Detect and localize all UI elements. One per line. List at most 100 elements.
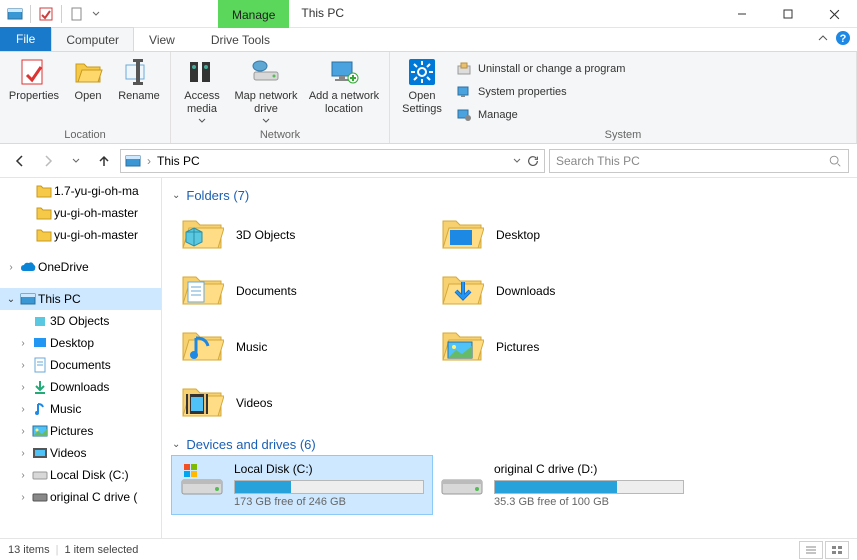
quick-access-toolbar — [0, 3, 106, 25]
ribbon-group-location: Properties Open Rename Location — [0, 52, 171, 143]
open-settings-label: Open Settings — [396, 90, 448, 116]
drive-icon — [440, 462, 484, 500]
tree-folder[interactable]: 1.7-yu-gi-oh-ma — [0, 180, 161, 202]
search-box[interactable]: Search This PC — [549, 149, 849, 173]
app-icon[interactable] — [4, 3, 26, 25]
collapse-ribbon-icon[interactable] — [817, 32, 829, 44]
drive-item[interactable]: original C drive (D:) 35.3 GB free of 100… — [432, 456, 692, 514]
system-properties-button[interactable]: System properties — [452, 81, 629, 103]
recent-locations-button[interactable] — [64, 149, 88, 173]
refresh-icon[interactable] — [526, 154, 540, 168]
tree-3d-objects[interactable]: 3D Objects — [0, 310, 161, 332]
folder-item[interactable]: Desktop — [432, 207, 692, 263]
tree-local-disk-c[interactable]: ›Local Disk (C:) — [0, 464, 161, 486]
folder-item[interactable]: Documents — [172, 263, 432, 319]
tab-drive-tools[interactable]: Drive Tools — [196, 27, 285, 51]
address-bar[interactable]: › This PC — [120, 149, 545, 173]
properties-label: Properties — [9, 90, 59, 103]
folder-icon — [180, 324, 226, 370]
status-selected-count: 1 item selected — [64, 544, 138, 556]
tree-folder[interactable]: yu-gi-oh-master — [0, 224, 161, 246]
drive-free-text: 173 GB free of 246 GB — [234, 496, 424, 508]
search-placeholder: Search This PC — [556, 154, 640, 168]
drive-name: Local Disk (C:) — [234, 462, 424, 476]
forward-button[interactable] — [36, 149, 60, 173]
drive-usage-bar — [234, 480, 424, 494]
address-dropdown-icon[interactable] — [512, 156, 522, 166]
folder-icon — [180, 212, 226, 258]
tree-downloads[interactable]: ›Downloads — [0, 376, 161, 398]
qat-new-icon[interactable] — [66, 3, 88, 25]
view-details-icon[interactable] — [799, 541, 823, 559]
drive-free-text: 35.3 GB free of 100 GB — [494, 496, 684, 508]
folder-item[interactable]: Downloads — [432, 263, 692, 319]
help-icon[interactable]: ? — [835, 30, 851, 46]
folder-label: Music — [236, 340, 267, 354]
open-label: Open — [75, 90, 102, 103]
folder-icon — [440, 268, 486, 314]
drive-usage-bar — [494, 480, 684, 494]
ribbon-group-network: Access media Map network drive Add a net… — [171, 52, 390, 143]
uninstall-program-button[interactable]: Uninstall or change a program — [452, 58, 629, 80]
tree-documents[interactable]: ›Documents — [0, 354, 161, 376]
system-properties-label: System properties — [478, 86, 567, 98]
tree-desktop[interactable]: ›Desktop — [0, 332, 161, 354]
tree-music[interactable]: ›Music — [0, 398, 161, 420]
tree-this-pc[interactable]: ⌄This PC — [0, 288, 161, 310]
tab-computer[interactable]: Computer — [51, 27, 134, 51]
breadcrumb[interactable]: This PC — [157, 154, 200, 168]
folder-icon — [440, 324, 486, 370]
back-button[interactable] — [8, 149, 32, 173]
rename-label: Rename — [118, 90, 160, 103]
manage-button[interactable]: Manage — [452, 104, 629, 126]
add-network-location-button[interactable]: Add a network location — [305, 56, 383, 127]
navigation-bar: › This PC Search This PC — [0, 144, 857, 178]
folder-item[interactable]: Videos — [172, 375, 432, 431]
pc-icon — [125, 153, 141, 169]
folder-label: 3D Objects — [236, 228, 295, 242]
window-title: This PC — [289, 0, 356, 28]
open-settings-button[interactable]: Open Settings — [396, 56, 448, 127]
section-header-folders[interactable]: ⌄ Folders (7) — [172, 182, 857, 207]
folder-label: Pictures — [496, 340, 539, 354]
group-label-location: Location — [6, 127, 164, 141]
tree-videos[interactable]: ›Videos — [0, 442, 161, 464]
qat-properties-icon[interactable] — [35, 3, 57, 25]
tree-onedrive[interactable]: ›OneDrive — [0, 256, 161, 278]
folder-item[interactable]: Pictures — [432, 319, 692, 375]
tab-file[interactable]: File — [0, 27, 51, 51]
content-pane: ⌄ Folders (7) 3D Objects DesktopDocuments… — [162, 178, 857, 538]
section-header-drives[interactable]: ⌄ Devices and drives (6) — [172, 431, 857, 456]
status-bar: 13 items | 1 item selected — [0, 538, 857, 560]
ribbon: Properties Open Rename Location Access m… — [0, 52, 857, 144]
drive-name: original C drive (D:) — [494, 462, 684, 476]
access-media-button[interactable]: Access media — [177, 56, 227, 127]
rename-button[interactable]: Rename — [114, 56, 164, 127]
view-large-icons-icon[interactable] — [825, 541, 849, 559]
folder-icon — [180, 268, 226, 314]
folder-item[interactable]: Music — [172, 319, 432, 375]
ribbon-tabs: File Computer View Drive Tools ? — [0, 28, 857, 52]
title-bar: Manage This PC — [0, 0, 857, 28]
tree-pictures[interactable]: ›Pictures — [0, 420, 161, 442]
tree-original-c-drive[interactable]: ›original C drive ( — [0, 486, 161, 508]
folder-item[interactable]: 3D Objects — [172, 207, 432, 263]
navigation-tree[interactable]: 1.7-yu-gi-oh-ma yu-gi-oh-master yu-gi-oh… — [0, 178, 162, 538]
up-button[interactable] — [92, 149, 116, 173]
maximize-button[interactable] — [765, 0, 811, 28]
uninstall-label: Uninstall or change a program — [478, 63, 625, 75]
group-label-system: System — [396, 127, 850, 141]
access-media-label: Access media — [177, 90, 227, 116]
map-network-drive-button[interactable]: Map network drive — [231, 56, 301, 127]
context-tab-manage[interactable]: Manage — [218, 0, 289, 28]
close-button[interactable] — [811, 0, 857, 28]
properties-button[interactable]: Properties — [6, 56, 62, 127]
folder-icon — [180, 380, 226, 426]
open-button[interactable]: Open — [66, 56, 110, 127]
ribbon-group-system: Open Settings Uninstall or change a prog… — [390, 52, 857, 143]
tab-view[interactable]: View — [134, 27, 190, 51]
drive-item[interactable]: Local Disk (C:) 173 GB free of 246 GB — [172, 456, 432, 514]
tree-folder[interactable]: yu-gi-oh-master — [0, 202, 161, 224]
qat-dropdown-icon[interactable] — [90, 3, 102, 25]
minimize-button[interactable] — [719, 0, 765, 28]
